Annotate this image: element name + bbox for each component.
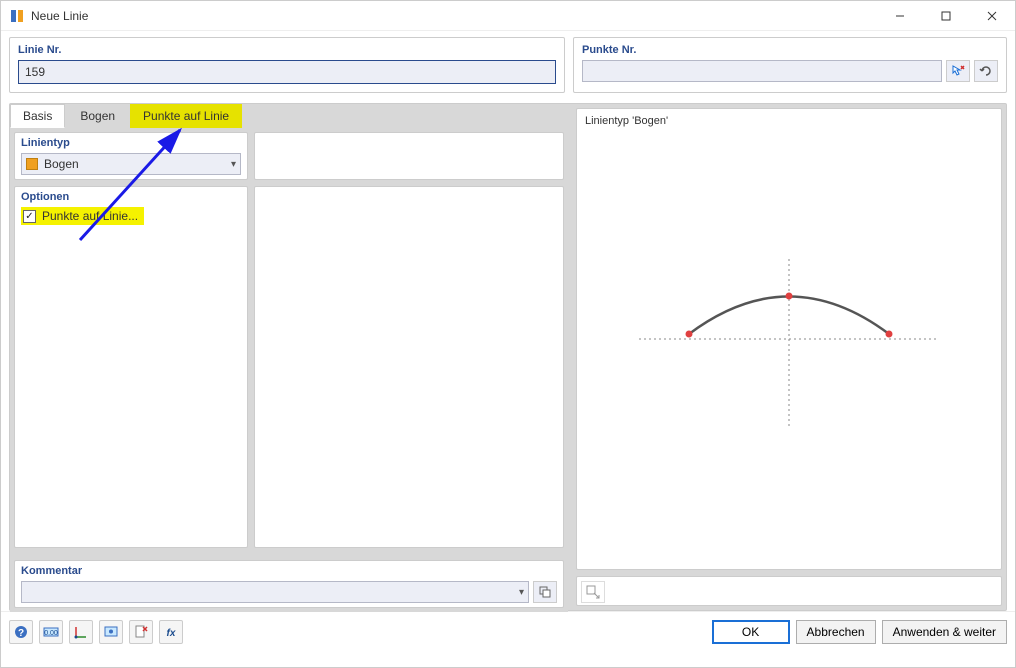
punkte-nr-label: Punkte Nr.	[582, 44, 998, 56]
chevron-down-icon: ▾	[519, 587, 524, 598]
titlebar: Neue Linie	[1, 1, 1015, 31]
content-area: Linie Nr. Punkte Nr.	[1, 31, 1015, 611]
preview-panel: Linientyp 'Bogen'	[576, 108, 1002, 570]
preview-canvas	[577, 109, 1001, 569]
optionen-panel: Optionen ✓ Punkte auf Linie...	[14, 186, 248, 548]
punkte-auf-linie-label: Punkte auf Linie...	[42, 209, 138, 223]
linientyp-panel: Linientyp Bogen ▾	[14, 132, 248, 180]
optionen-label: Optionen	[21, 191, 241, 203]
preview-tool-button[interactable]	[581, 581, 605, 603]
kommentar-label: Kommentar	[21, 565, 557, 577]
linie-nr-label: Linie Nr.	[18, 44, 556, 56]
svg-text:fx: fx	[167, 628, 176, 639]
linie-nr-group: Linie Nr.	[9, 37, 565, 93]
svg-text:0.00: 0.00	[44, 630, 58, 637]
view-icon[interactable]	[99, 620, 123, 644]
window-title: Neue Linie	[31, 9, 877, 23]
help-icon[interactable]: ?	[9, 620, 33, 644]
apply-next-button[interactable]: Anwenden & weiter	[882, 620, 1007, 644]
tabs: Basis Bogen Punkte auf Linie	[10, 104, 568, 128]
undo-button[interactable]	[974, 60, 998, 82]
empty-panel-top	[254, 132, 564, 180]
close-button[interactable]	[969, 1, 1015, 31]
punkte-auf-linie-option[interactable]: ✓ Punkte auf Linie...	[21, 207, 144, 225]
checkbox-checked-icon: ✓	[23, 210, 36, 223]
punkte-nr-input[interactable]	[582, 60, 942, 82]
fx-icon[interactable]: fx	[159, 620, 183, 644]
app-icon	[9, 8, 25, 24]
cancel-button[interactable]: Abbrechen	[796, 620, 876, 644]
linientyp-value: Bogen	[44, 157, 79, 171]
tab-punkte-auf-linie[interactable]: Punkte auf Linie	[130, 104, 242, 128]
coord-icon[interactable]	[69, 620, 93, 644]
kommentar-combo[interactable]: ▾	[21, 581, 529, 603]
ok-button[interactable]: OK	[712, 620, 790, 644]
linientyp-combo[interactable]: Bogen ▾	[21, 153, 241, 175]
delete-icon[interactable]	[129, 620, 153, 644]
footer: ? 0.00 fx OK Abbrechen Anwenden & weiter	[1, 611, 1015, 651]
minimize-button[interactable]	[877, 1, 923, 31]
kommentar-copy-button[interactable]	[533, 581, 557, 603]
maximize-button[interactable]	[923, 1, 969, 31]
svg-text:?: ?	[18, 628, 24, 639]
linie-nr-input[interactable]	[19, 61, 555, 83]
chevron-down-icon: ▾	[231, 159, 236, 170]
preview-toolbar	[576, 576, 1002, 606]
tab-basis[interactable]: Basis	[10, 104, 65, 128]
linientyp-label: Linientyp	[21, 137, 241, 149]
empty-panel-main	[254, 186, 564, 548]
linientyp-swatch-icon	[26, 158, 38, 170]
main-panel: Basis Bogen Punkte auf Linie Linien	[9, 103, 1007, 611]
pick-point-button[interactable]	[946, 60, 970, 82]
units-icon[interactable]: 0.00	[39, 620, 63, 644]
punkte-nr-group: Punkte Nr.	[573, 37, 1007, 93]
tab-bogen[interactable]: Bogen	[67, 104, 128, 128]
